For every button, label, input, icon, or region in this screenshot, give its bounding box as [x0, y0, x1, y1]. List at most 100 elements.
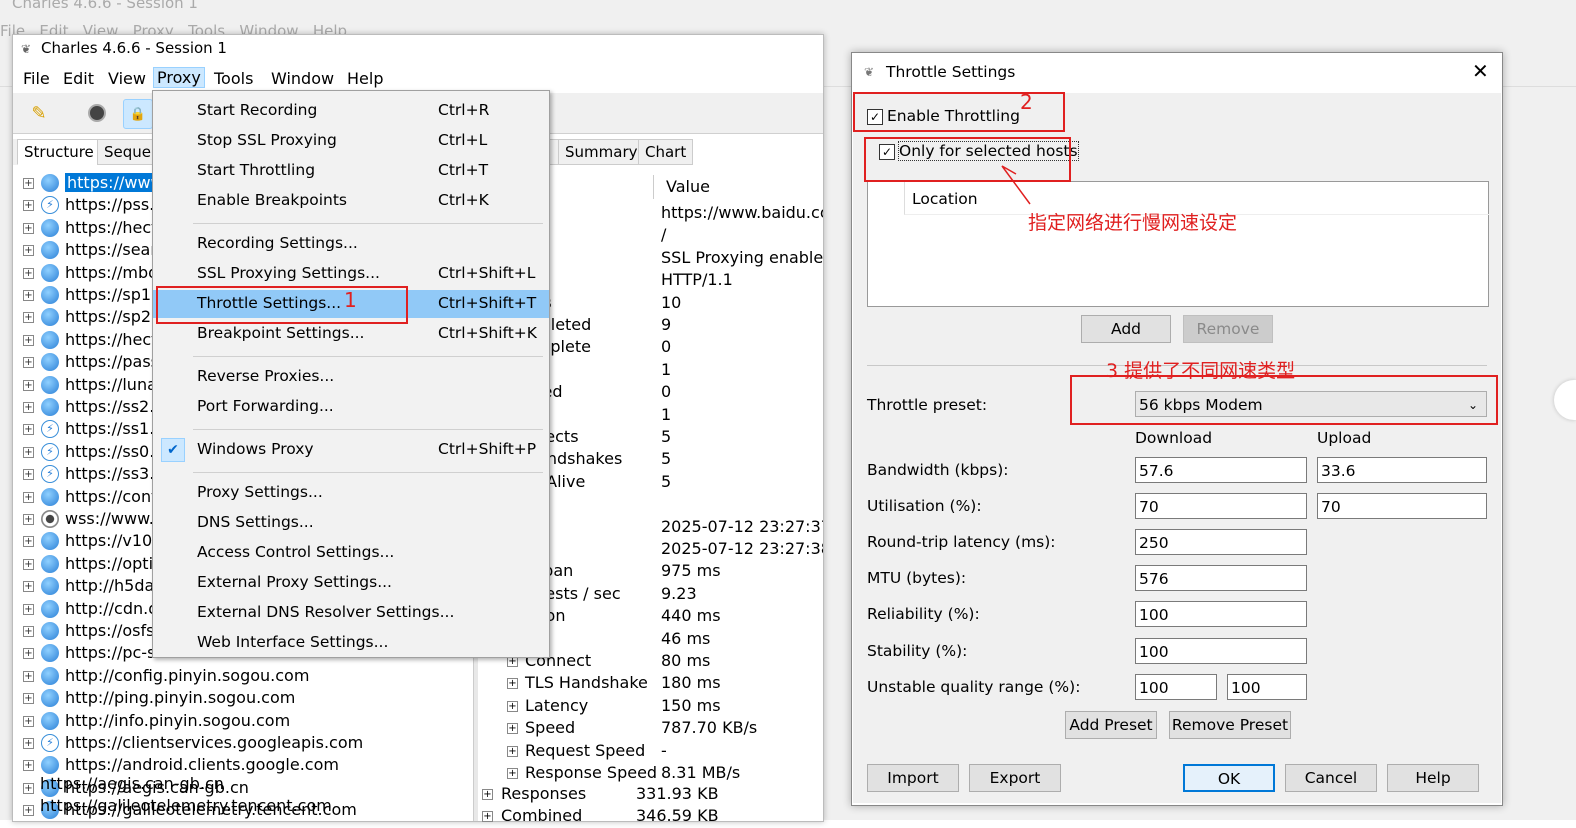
menu-item-label: Proxy Settings...	[197, 483, 323, 501]
unstable-min-input[interactable]: 100	[1135, 674, 1217, 700]
overview-row[interactable]: + TLS Handshake 180 ms	[13, 673, 823, 695]
bandwidth-upload-input[interactable]: 33.6	[1317, 457, 1487, 483]
menu-item-label: Port Forwarding...	[197, 397, 334, 415]
overview-value: 150 ms	[661, 695, 721, 715]
tree-row[interactable]: https://aegis.can-gb.cn	[0, 774, 810, 796]
menu-item[interactable]: Proxy Settings...	[153, 479, 549, 507]
menu-item-label: Breakpoint Settings...	[197, 324, 365, 342]
utilisation-download-input[interactable]: 70	[1135, 493, 1307, 519]
unstable-range-label: Unstable quality range (%):	[867, 678, 1081, 696]
menu-item[interactable]: Start Throttling Ctrl+T	[153, 157, 549, 185]
overview-value: 180 ms	[661, 673, 721, 693]
overview-value: 9	[661, 315, 672, 334]
tree-row[interactable]: https://galileotelemetry.tencent.com	[0, 796, 810, 818]
menu-item[interactable]: DNS Settings...	[153, 509, 549, 537]
overview-value: 5	[661, 471, 672, 491]
menu-item[interactable]: Reverse Proxies...	[153, 363, 549, 391]
annotation-box-1	[156, 286, 408, 324]
menu-item[interactable]: SSL Proxying Settings... Ctrl+Shift+L	[153, 260, 549, 288]
unstable-max-input[interactable]: 100	[1227, 674, 1307, 700]
cancel-button[interactable]: Cancel	[1285, 764, 1377, 792]
menu-item[interactable]: Enable Breakpoints Ctrl+K	[153, 187, 549, 215]
background-window-title: Charles 4.6.6 - Session 1	[12, 0, 198, 12]
menu-item-label: Start Recording	[197, 101, 318, 119]
expand-icon[interactable]: +	[507, 700, 518, 712]
background-overview-rows: + Responses 331.93 KB + Combined 346.59 KB htt…	[0, 770, 850, 825]
add-preset-button[interactable]: Add Preset	[1065, 711, 1157, 739]
menu-item-label: External Proxy Settings...	[197, 573, 392, 591]
dialog-title: Throttle Settings	[886, 63, 1016, 81]
menu-item[interactable]: Recording Settings...	[153, 230, 549, 258]
overview-value: -	[661, 740, 667, 760]
menu-item-shortcut: Ctrl+Shift+K	[438, 324, 537, 342]
remove-host-button[interactable]: Remove	[1183, 315, 1273, 343]
menu-item[interactable]: External Proxy Settings...	[153, 569, 549, 597]
menu-item-label: Start Throttling	[197, 161, 316, 179]
menu-item-shortcut: Ctrl+T	[438, 161, 489, 179]
menu-item[interactable]: Port Forwarding...	[153, 393, 549, 421]
mtu-label: MTU (bytes):	[867, 569, 967, 587]
menu-item[interactable]: Breakpoint Settings... Ctrl+Shift+K	[153, 320, 549, 348]
proxy-dropdown-menu: Start Recording Ctrl+R Stop SSL Proxying Ct…	[152, 90, 550, 658]
overview-value: 5	[661, 449, 672, 469]
menu-item[interactable]: Start Recording Ctrl+R	[153, 97, 549, 125]
checkmark-icon: ✔	[161, 438, 185, 462]
overview-value: 440 ms	[661, 606, 721, 626]
menu-item-shortcut: Ctrl+Shift+P	[438, 440, 537, 458]
download-column-label: Download	[1135, 429, 1213, 447]
tree-row-label: https://aegis.can-gb.cn	[40, 774, 224, 793]
overview-value: SSL Proxying enabled	[661, 247, 824, 267]
menu-item-label: Stop SSL Proxying	[197, 131, 337, 149]
close-icon[interactable]: ✕	[1472, 59, 1489, 83]
overview-row[interactable]: + Speed 787.70 KB/s	[13, 718, 823, 740]
hosts-location-table[interactable]: Location	[867, 181, 1489, 307]
reliability-input[interactable]: 100	[1135, 601, 1307, 627]
overview-value: 1	[661, 404, 672, 424]
overview-key: Request Speed	[525, 740, 646, 760]
bandwidth-download-input[interactable]: 57.6	[1135, 457, 1307, 483]
dialog-body: ✓ Enable Throttling ✓ Only for selected …	[853, 93, 1501, 803]
export-button[interactable]: Export	[969, 764, 1061, 792]
utilisation-label: Utilisation (%):	[867, 497, 982, 515]
stability-label: Stability (%):	[867, 642, 968, 660]
annotation-box-3	[1070, 375, 1498, 425]
overview-row[interactable]: + Request Speed -	[13, 741, 823, 763]
annotation-box-2	[853, 92, 1065, 132]
stability-input[interactable]: 100	[1135, 638, 1307, 664]
expand-icon[interactable]: +	[507, 745, 518, 757]
overview-value: 975 ms	[661, 561, 721, 581]
utilisation-upload-input[interactable]: 70	[1317, 493, 1487, 519]
ok-button[interactable]: OK	[1183, 764, 1275, 792]
menu-separator	[193, 472, 543, 473]
menu-item[interactable]: Stop SSL Proxying Ctrl+L	[153, 127, 549, 155]
menu-item[interactable]: Access Control Settings...	[153, 539, 549, 567]
overview-value: 80 ms	[661, 651, 711, 670]
menu-item-shortcut: Ctrl+K	[438, 191, 489, 209]
help-button[interactable]: Help	[1387, 764, 1479, 792]
overview-value: /	[661, 225, 667, 245]
overview-value: 46 ms	[661, 628, 711, 648]
menu-item[interactable]: ✔ Windows Proxy Ctrl+Shift+P	[153, 436, 549, 464]
expand-icon[interactable]: +	[507, 723, 518, 735]
menu-separator	[193, 223, 543, 224]
add-host-button[interactable]: Add	[1081, 315, 1171, 343]
menu-item-shortcut: Ctrl+Shift+L	[438, 264, 536, 282]
menu-item-label: Access Control Settings...	[197, 543, 395, 561]
menu-item-label: SSL Proxying Settings...	[197, 264, 380, 282]
overview-value: https://www.baidu.com	[661, 203, 823, 222]
overview-value: 5	[661, 427, 672, 446]
charles-app-icon: ❦	[864, 65, 875, 79]
latency-input[interactable]: 250	[1135, 529, 1307, 555]
reliability-label: Reliability (%):	[867, 605, 980, 623]
menu-item[interactable]: External DNS Resolver Settings...	[153, 599, 549, 627]
menu-item-label: Enable Breakpoints	[197, 191, 348, 209]
menu-item[interactable]: Web Interface Settings...	[153, 629, 549, 657]
overview-key: Latency	[525, 695, 589, 715]
menu-item-label: Web Interface Settings...	[197, 633, 389, 651]
menu-item-shortcut: Ctrl+L	[438, 131, 488, 149]
overview-row[interactable]: + Latency 150 ms	[13, 696, 823, 718]
expand-icon[interactable]: +	[507, 678, 518, 690]
mtu-input[interactable]: 576	[1135, 565, 1307, 591]
remove-preset-button[interactable]: Remove Preset	[1169, 711, 1291, 739]
import-button[interactable]: Import	[867, 764, 959, 792]
